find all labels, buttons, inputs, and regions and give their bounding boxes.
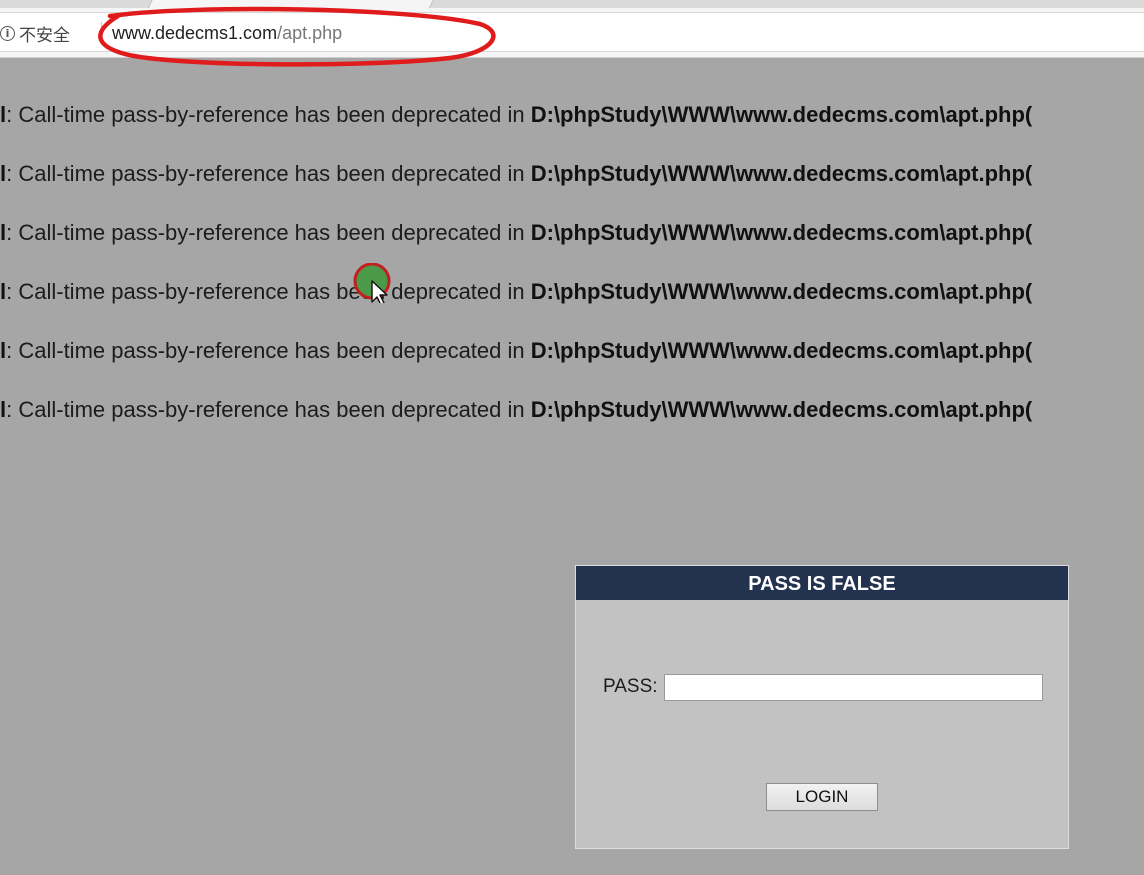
deprecation-warning: l: Call-time pass-by-reference has been … (0, 277, 1144, 307)
login-button[interactable]: LOGIN (766, 783, 878, 811)
warning-path: D:\phpStudy\WWW\www.dedecms.com\apt.php( (530, 397, 1033, 422)
address-bar[interactable]: i 不安全 www.dedecms1.com/apt.php (0, 12, 1144, 52)
warning-message: : Call-time pass-by-reference has been d… (6, 338, 531, 363)
warning-message: : Call-time pass-by-reference has been d… (6, 161, 531, 186)
browser-chrome: i 不安全 www.dedecms1.com/apt.php (0, 0, 1144, 67)
warning-message: : Call-time pass-by-reference has been d… (6, 397, 531, 422)
deprecation-warning: l: Call-time pass-by-reference has been … (0, 218, 1144, 248)
security-label: 不安全 (19, 25, 70, 45)
tab-strip (0, 0, 1144, 8)
security-indicator[interactable]: i 不安全 (0, 21, 70, 45)
url-text[interactable]: www.dedecms1.com/apt.php (112, 21, 342, 45)
browser-tab[interactable] (147, 0, 435, 8)
warning-path: D:\phpStudy\WWW\www.dedecms.com\apt.php( (530, 338, 1033, 363)
panel-title: PASS IS FALSE (576, 566, 1068, 600)
warning-path: D:\phpStudy\WWW\www.dedecms.com\apt.php( (530, 220, 1033, 245)
warning-path: D:\phpStudy\WWW\www.dedecms.com\apt.php( (530, 161, 1033, 186)
page-content: l: Call-time pass-by-reference has been … (0, 58, 1144, 875)
pass-input[interactable] (664, 674, 1043, 701)
warning-message: : Call-time pass-by-reference has been d… (6, 220, 531, 245)
warning-message: : Call-time pass-by-reference has been d… (6, 102, 531, 127)
warning-path: D:\phpStudy\WWW\www.dedecms.com\apt.php( (530, 102, 1033, 127)
warning-path: D:\phpStudy\WWW\www.dedecms.com\apt.php( (530, 279, 1033, 304)
omnibox-divider (101, 22, 102, 44)
url-path: /apt.php (277, 23, 343, 43)
deprecation-warning: l: Call-time pass-by-reference has been … (0, 336, 1144, 366)
login-panel: PASS IS FALSE PASS: LOGIN (575, 565, 1069, 849)
warning-message: : Call-time pass-by-reference has been d… (6, 279, 531, 304)
deprecation-warning: l: Call-time pass-by-reference has been … (0, 100, 1144, 130)
url-host: www.dedecms1.com (112, 23, 278, 43)
pass-label: PASS: (603, 676, 658, 697)
deprecation-warning: l: Call-time pass-by-reference has been … (0, 395, 1144, 425)
deprecation-warning: l: Call-time pass-by-reference has been … (0, 159, 1144, 189)
info-icon: i (0, 25, 15, 41)
